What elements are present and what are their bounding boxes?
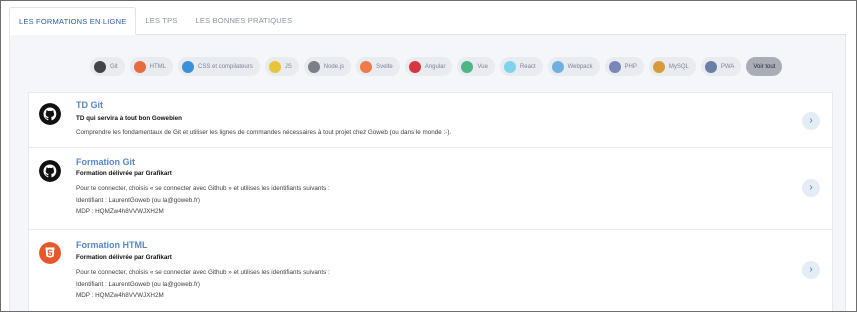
- filter-label: Vue: [477, 63, 488, 70]
- course-line: Comprendre les fondamentaux de Git et ut…: [76, 129, 452, 136]
- filter-nodejs[interactable]: Node.js: [303, 57, 352, 76]
- course-line: Identifiant : LaurentGoweb (ou la@goweb.…: [76, 196, 201, 204]
- js-icon: [268, 60, 281, 73]
- course-description: Comprendre les fondamentaux de Git et ut…: [76, 127, 451, 139]
- filter-webpack[interactable]: Webpack: [547, 57, 600, 76]
- html-icon: [133, 60, 146, 73]
- course-line: Identifiant : LaurentGoweb (ou la@goweb.…: [76, 280, 201, 288]
- course-line: MDP : HQMZw4h8VVWJXH2M: [76, 292, 164, 299]
- filter-js[interactable]: JS: [264, 57, 299, 76]
- filter-label: Node.js: [323, 63, 345, 70]
- filter-label: JS: [284, 63, 292, 70]
- vue-icon: [461, 60, 474, 73]
- course-card: TD Git TD qui servira à tout bon Gowebie…: [28, 92, 833, 148]
- course-subtitle: TD qui servira à tout bon Gowebien: [76, 115, 183, 122]
- filter-label: PWA: [720, 63, 735, 70]
- course-subtitle: Formation délivrée par Grafikart: [76, 170, 172, 177]
- filter-label: PHP: [624, 63, 637, 70]
- course-title[interactable]: Formation Git: [76, 157, 135, 167]
- tab-bar: LES FORMATIONS EN LIGNE LES TPS LES BONN…: [9, 7, 301, 35]
- tab-bonnes-pratiques[interactable]: LES BONNES PRATIQUES: [187, 7, 302, 35]
- filter-php[interactable]: PHP: [604, 57, 644, 76]
- course-title[interactable]: Formation HTML: [76, 240, 148, 250]
- course-list: TD Git TD qui servira à tout bon Gowebie…: [28, 92, 833, 311]
- php-icon: [608, 60, 621, 73]
- angular-icon: [408, 60, 421, 73]
- pwa-icon: [704, 60, 717, 73]
- course-line: MDP : HQMZw4h8VVWJXH2M: [76, 208, 164, 215]
- filter-label: Svelte: [376, 63, 393, 70]
- github-icon: [39, 103, 61, 125]
- mysql-icon: [652, 60, 665, 73]
- filter-angular[interactable]: Angular: [404, 57, 453, 76]
- course-description: Pour te connecter, choisis « se connecte…: [76, 267, 330, 302]
- html5-icon: [39, 242, 61, 264]
- open-course-button[interactable]: ›: [802, 179, 820, 197]
- course-line: Pour te connecter, choisis « se connecte…: [76, 269, 330, 276]
- filter-label: Angular: [424, 63, 446, 70]
- course-card: Formation HTML Formation délivrée par Gr…: [28, 230, 833, 311]
- open-course-button[interactable]: ›: [802, 112, 820, 130]
- filter-vue[interactable]: Vue: [457, 57, 495, 76]
- filter-voir-tout[interactable]: Voir tout: [746, 57, 783, 76]
- content-panel: Git HTML CSS et compilateurs JS Node.js …: [9, 35, 846, 311]
- filter-label: MySQL: [668, 63, 689, 70]
- react-icon: [503, 60, 516, 73]
- course-title[interactable]: TD Git: [76, 100, 103, 110]
- filter-css[interactable]: CSS et compilateurs: [178, 57, 260, 76]
- filter-label: Git: [110, 63, 118, 70]
- filter-label: CSS et compilateurs: [198, 63, 253, 70]
- filter-mysql[interactable]: MySQL: [648, 57, 696, 76]
- open-course-button[interactable]: ›: [802, 261, 820, 279]
- filter-pwa[interactable]: PWA: [700, 57, 742, 76]
- filter-svelte[interactable]: Svelte: [356, 57, 400, 76]
- webpack-icon: [551, 60, 564, 73]
- filter-label: HTML: [149, 63, 167, 70]
- github-icon: [39, 160, 61, 182]
- svelte-icon: [360, 60, 373, 73]
- filter-label: Webpack: [567, 63, 593, 70]
- git-icon: [94, 60, 106, 73]
- filter-git[interactable]: Git: [90, 57, 125, 76]
- filter-label: React: [519, 63, 536, 70]
- course-subtitle: Formation délivrée par Grafikart: [76, 254, 172, 261]
- css-icon: [182, 60, 195, 73]
- tab-formations-en-ligne[interactable]: LES FORMATIONS EN LIGNE: [9, 7, 137, 35]
- filter-chips: Git HTML CSS et compilateurs JS Node.js …: [90, 57, 783, 76]
- filter-react[interactable]: React: [499, 57, 543, 76]
- course-line: Pour te connecter, choisis « se connecte…: [76, 185, 330, 192]
- page-frame: LES FORMATIONS EN LIGNE LES TPS LES BONN…: [0, 0, 857, 312]
- tab-tps[interactable]: LES TPS: [136, 7, 186, 35]
- filter-html[interactable]: HTML: [129, 57, 174, 76]
- course-card: Formation Git Formation délivrée par Gra…: [28, 148, 833, 230]
- nodejs-icon: [307, 60, 320, 73]
- course-description: Pour te connecter, choisis « se connecte…: [76, 183, 330, 218]
